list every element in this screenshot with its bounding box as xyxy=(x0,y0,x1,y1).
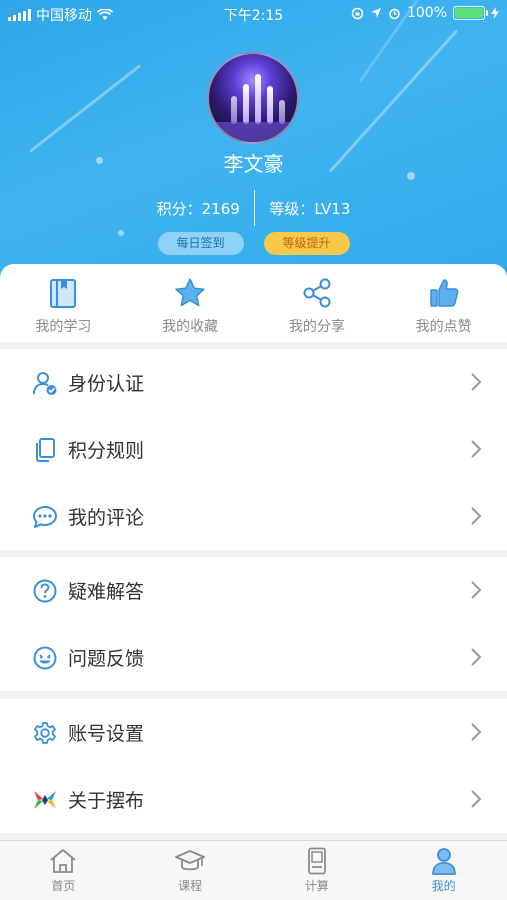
question-icon xyxy=(33,579,57,602)
tab-calculate[interactable]: 计算 xyxy=(254,841,381,900)
location-icon xyxy=(370,8,381,18)
thumbs-up-icon xyxy=(429,279,458,307)
tab-mine[interactable]: 我的 xyxy=(380,841,507,900)
menu-item-points-rules[interactable]: 积分规则 xyxy=(0,416,507,483)
quick-action-label: 我的收藏 xyxy=(162,319,219,335)
battery-percent: 100% xyxy=(406,5,447,21)
menu-item-label: 身份认证 xyxy=(68,373,145,395)
chevron-right-icon xyxy=(471,507,482,525)
star-icon xyxy=(175,278,205,307)
tab-home[interactable]: 首页 xyxy=(0,841,127,900)
tab-label: 我的 xyxy=(431,879,456,893)
book-icon xyxy=(50,279,77,308)
daily-checkin-button[interactable]: 每日签到 xyxy=(157,232,244,255)
menu-item-label: 账号设置 xyxy=(68,723,145,745)
tab-label: 课程 xyxy=(178,879,203,893)
stats-divider xyxy=(253,190,256,226)
share-icon xyxy=(303,278,331,308)
points-label: 积分：2169 xyxy=(156,199,240,218)
chevron-right-icon xyxy=(471,440,482,458)
level-up-button[interactable]: 等级提升 xyxy=(263,232,350,255)
menu-item-label: 关于摆布 xyxy=(68,790,145,812)
menu-item-label: 疑难解答 xyxy=(68,581,145,603)
menu-group-settings: 账号设置 关于摆布 xyxy=(0,699,507,833)
avatar[interactable] xyxy=(207,52,299,144)
chevron-right-icon xyxy=(471,648,482,666)
quick-action-shares[interactable]: 我的分享 xyxy=(254,264,381,342)
user-stats: 积分：2169 等级：LV13 xyxy=(0,190,507,226)
app-logo-icon xyxy=(34,790,56,809)
person-icon xyxy=(431,848,456,875)
menu-item-label: 我的评论 xyxy=(68,507,145,529)
chevron-right-icon xyxy=(471,723,482,741)
quick-action-study[interactable]: 我的学习 xyxy=(0,264,127,342)
menu-item-feedback[interactable]: 问题反馈 xyxy=(0,624,507,691)
menu-item-label: 问题反馈 xyxy=(68,648,145,670)
user-verify-icon xyxy=(33,371,57,395)
calculator-icon xyxy=(307,847,326,875)
menu-item-label: 积分规则 xyxy=(68,440,145,462)
menu-item-about[interactable]: 关于摆布 xyxy=(0,766,507,833)
tab-courses[interactable]: 课程 xyxy=(127,841,254,900)
smiley-icon xyxy=(33,646,57,669)
gear-icon xyxy=(34,721,56,744)
chat-bubble-icon xyxy=(33,505,57,528)
menu-item-identity[interactable]: 身份认证 xyxy=(0,349,507,416)
menu-group-help: 疑难解答 问题反馈 xyxy=(0,557,507,691)
graduation-cap-icon xyxy=(175,850,206,871)
home-icon xyxy=(50,849,76,873)
quick-actions: 我的学习 我的收藏 我的分享 我的点赞 xyxy=(0,264,507,342)
quick-action-label: 我的点赞 xyxy=(415,319,472,335)
battery-icon xyxy=(453,6,488,20)
chevron-right-icon xyxy=(471,373,482,391)
alarm-icon xyxy=(389,8,400,19)
menu-item-account-settings[interactable]: 账号设置 xyxy=(0,699,507,766)
menu-item-comments[interactable]: 我的评论 xyxy=(0,483,507,550)
level-label: 等级：LV13 xyxy=(269,199,351,218)
charging-icon xyxy=(491,7,499,19)
status-bar: 中国移动 下午2:15 100% xyxy=(0,0,507,28)
tab-label: 计算 xyxy=(304,879,329,893)
username: 李文豪 xyxy=(223,152,284,176)
quick-action-likes[interactable]: 我的点赞 xyxy=(380,264,507,342)
chevron-right-icon xyxy=(471,581,482,599)
menu-item-faq[interactable]: 疑难解答 xyxy=(0,557,507,624)
chevron-right-icon xyxy=(471,790,482,808)
quick-action-label: 我的分享 xyxy=(288,319,345,335)
tab-label: 首页 xyxy=(51,879,76,893)
menu-group-account: 身份认证 积分规则 我的评论 xyxy=(0,349,507,550)
quick-action-label: 我的学习 xyxy=(35,319,92,335)
bottom-tab-bar: 首页 课程 计算 我的 xyxy=(0,840,507,900)
profile-header: 中国移动 下午2:15 100% 李文豪 积分：2169 等级：LV13 每日签… xyxy=(0,0,507,290)
copy-icon xyxy=(36,437,55,462)
quick-action-favorites[interactable]: 我的收藏 xyxy=(127,264,254,342)
rotation-lock-icon xyxy=(351,7,364,19)
